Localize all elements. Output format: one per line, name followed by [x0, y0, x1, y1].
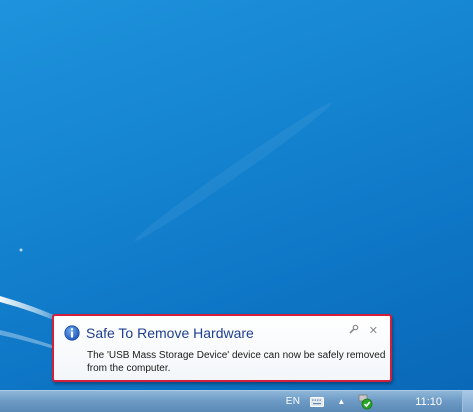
notification-message: The 'USB Mass Storage Device' device can…	[87, 350, 386, 374]
wrench-icon[interactable]	[348, 324, 359, 338]
taskbar: EN ▲ 11:10	[0, 390, 473, 412]
show-hidden-icons-arrow[interactable]: ▲	[333, 394, 349, 410]
system-tray: EN ▲ 11:10	[281, 391, 473, 412]
show-desktop-button[interactable]	[462, 391, 473, 412]
notification-balloon[interactable]: Safe To Remove Hardware ✕ The 'USB Mass …	[52, 314, 392, 382]
notification-title: Safe To Remove Hardware	[86, 325, 254, 341]
safely-remove-hardware-icon[interactable]	[357, 394, 373, 410]
close-icon[interactable]: ✕	[369, 325, 378, 337]
clock[interactable]: 11:10	[377, 396, 462, 408]
info-icon	[64, 325, 80, 341]
language-indicator[interactable]: EN	[281, 396, 306, 407]
notification-controls: ✕	[348, 324, 378, 338]
keyboard-icon[interactable]	[309, 394, 325, 410]
chevron-up-icon: ▲	[337, 397, 346, 406]
notification-header: Safe To Remove Hardware	[64, 325, 254, 341]
